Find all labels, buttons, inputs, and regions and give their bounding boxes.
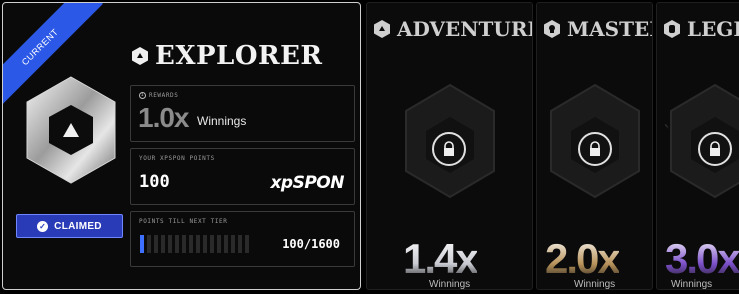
next-tier-progress	[140, 235, 249, 253]
progress-segment	[217, 235, 221, 253]
progress-segment	[147, 235, 151, 253]
multiplier-value: 3.0x	[665, 235, 739, 282]
points-panel: YOUR XPSPON POINTS 100 xpSPON	[130, 148, 355, 205]
lock-icon	[698, 132, 732, 166]
lock-icon	[432, 132, 466, 166]
progress-segment	[231, 235, 235, 253]
explorer-badge-icon	[26, 76, 116, 184]
progress-segment	[154, 235, 158, 253]
progress-segment	[140, 235, 144, 253]
multiplier-value: 1.4x	[403, 235, 479, 282]
progress-segment	[189, 235, 193, 253]
progress-segment	[224, 235, 228, 253]
multiplier-unit: Winnings	[671, 279, 713, 290]
tier-name: ADVENTURER	[397, 17, 532, 41]
points-label: YOUR XPSPON POINTS	[139, 155, 215, 162]
progress-segment	[238, 235, 242, 253]
progress-segment	[196, 235, 200, 253]
multiplier-unit: Winnings	[429, 279, 471, 290]
claimed-label: CLAIMED	[54, 220, 102, 232]
progress-segment	[245, 235, 249, 253]
multiplier-value: 2.0x	[545, 235, 621, 282]
rewards-unit: Winnings	[197, 114, 247, 128]
xpspon-logo: xpSPON	[270, 173, 344, 193]
next-tier-value: 100/1600	[282, 237, 340, 251]
rewards-panel: i REWARDS 1.0x Winnings	[130, 85, 355, 142]
tier-title: EXPLORER	[131, 41, 323, 71]
tier-card-legend[interactable]: LEGE 3.0x Winnings	[656, 2, 739, 290]
rewards-label: REWARDS	[149, 92, 179, 99]
multiplier-unit: Winnings	[574, 279, 616, 290]
lock-icon	[578, 132, 612, 166]
helmet-hexagon-icon	[664, 20, 680, 38]
progress-segment	[203, 235, 207, 253]
tier-name: LEGE	[687, 17, 739, 41]
next-tier-panel: POINTS TILL NEXT TIER 100/1600	[130, 211, 355, 267]
tier-name: EXPLORER	[155, 41, 323, 71]
progress-segment	[168, 235, 172, 253]
claimed-button[interactable]: ✓ CLAIMED	[16, 214, 123, 238]
tier-card-master[interactable]: MASTER 2.0x Winnings	[536, 2, 653, 290]
progress-segment	[175, 235, 179, 253]
tier-card-adventurer[interactable]: ADVENTURER 1.4x Winnings	[366, 2, 533, 290]
next-tier-label: POINTS TILL NEXT TIER	[139, 218, 228, 225]
points-value: 100	[139, 172, 170, 192]
progress-segment	[182, 235, 186, 253]
info-icon: i	[139, 92, 146, 99]
progress-segment	[210, 235, 214, 253]
current-tier-card: CURRENT ✓ CLAIMED EXPLORER i REWARDS 1.0…	[2, 2, 361, 290]
skull-hexagon-icon	[544, 20, 560, 38]
hexagon-icon	[374, 20, 390, 38]
rewards-value: 1.0x	[138, 102, 189, 133]
tier-name: MASTER	[567, 17, 652, 41]
progress-segment	[161, 235, 165, 253]
hexagon-icon	[132, 47, 148, 65]
check-icon: ✓	[37, 220, 49, 232]
